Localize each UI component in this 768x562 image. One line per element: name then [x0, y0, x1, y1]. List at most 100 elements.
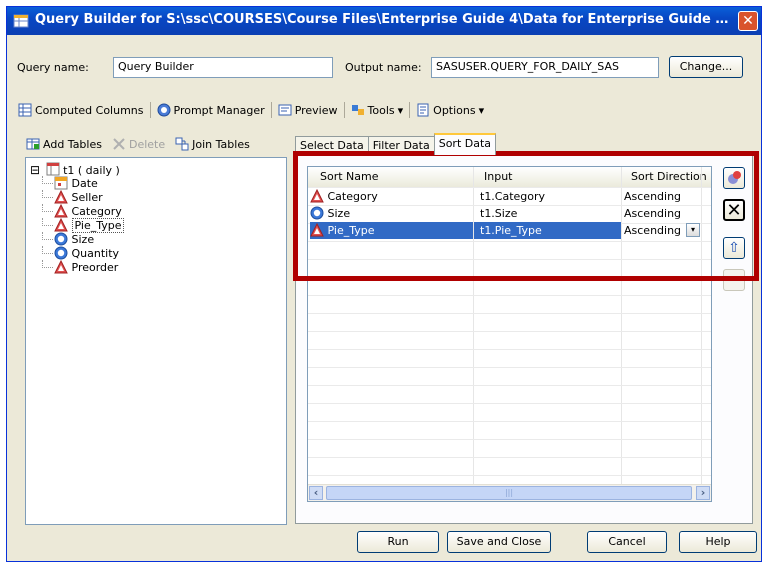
- delete-label: Delete: [128, 137, 166, 151]
- cell-sort-direction[interactable]: Ascending: [624, 205, 701, 222]
- row-divider: [308, 241, 711, 242]
- tree-connector: [42, 190, 53, 198]
- tree-column-item[interactable]: Category: [30, 204, 124, 218]
- tree-connector: [42, 176, 53, 184]
- row-divider: [308, 313, 711, 314]
- header-input[interactable]: Input: [484, 167, 624, 187]
- tab-select-data[interactable]: Select Data: [295, 136, 369, 155]
- scroll-grip-icon: |||: [504, 488, 514, 497]
- close-icon: ✕: [726, 200, 742, 221]
- left-toolbar: Add Tables Delete Join Tables: [23, 137, 253, 151]
- tab-strip: Select Data Filter Data Sort Data: [295, 133, 497, 155]
- arrow-right-icon: ›: [700, 486, 706, 499]
- add-tables-label: Add Tables: [43, 137, 102, 151]
- cell-sort-direction[interactable]: Ascending: [624, 188, 701, 205]
- options-menu-button[interactable]: Options ▾: [413, 103, 487, 117]
- table-icon: [46, 162, 60, 176]
- table-row[interactable]: Pie_Type t1.Pie_Type Ascending ▾: [308, 222, 711, 239]
- row-divider: [308, 277, 711, 278]
- row-divider: [308, 457, 711, 458]
- delete-icon: [113, 138, 125, 150]
- remove-sort-column-button[interactable]: ✕: [723, 199, 745, 221]
- tree-column-item[interactable]: Seller: [30, 190, 124, 204]
- row-divider: [308, 349, 711, 350]
- toolbar-separator: [270, 102, 272, 118]
- run-button[interactable]: Run: [357, 531, 439, 553]
- toolbar-separator: [149, 102, 151, 118]
- computed-columns-label: Computed Columns: [35, 103, 144, 117]
- cell-sort-name[interactable]: Pie_Type: [310, 222, 473, 239]
- output-name-input[interactable]: SASUSER.QUERY_FOR_DAILY_SAS: [431, 57, 659, 78]
- preview-label: Preview: [294, 103, 338, 117]
- change-button[interactable]: Change...: [669, 56, 743, 78]
- cell-input[interactable]: t1.Category: [474, 188, 621, 205]
- tree-root[interactable]: ⊟ t1 ( daily ): [30, 162, 124, 177]
- sort-name-text: Category: [327, 190, 378, 203]
- row-divider: [308, 385, 711, 386]
- join-tables-button[interactable]: Join Tables: [172, 137, 253, 151]
- window-title: Query Builder for S:\ssc\COURSES\Course …: [35, 12, 731, 27]
- sort-data-page: Sort Name Input Sort Direction Category t…: [295, 154, 753, 524]
- numeric-column-icon: [310, 206, 324, 220]
- header-sort-direction[interactable]: Sort Direction: [631, 167, 711, 187]
- row-divider: [308, 421, 711, 422]
- prompt-manager-button[interactable]: Prompt Manager: [154, 103, 268, 117]
- tree-column-label: Preorder: [71, 261, 119, 274]
- scroll-left-button[interactable]: ‹: [309, 486, 323, 500]
- delete-button[interactable]: Delete: [109, 137, 168, 151]
- cancel-button[interactable]: Cancel: [587, 531, 667, 553]
- sort-grid[interactable]: Sort Name Input Sort Direction Category t…: [307, 166, 712, 502]
- add-tables-button[interactable]: Add Tables: [23, 137, 105, 151]
- help-button[interactable]: Help: [679, 531, 757, 553]
- move-up-button[interactable]: ⇧: [723, 237, 745, 259]
- direction-dropdown-button[interactable]: ▾: [686, 223, 700, 237]
- collapse-icon[interactable]: ⊟: [30, 163, 40, 177]
- output-name-label: Output name:: [345, 61, 422, 74]
- horizontal-scrollbar[interactable]: ‹ ||| ›: [308, 484, 711, 501]
- tab-sort-data[interactable]: Sort Data: [433, 133, 497, 155]
- table-row[interactable]: Category t1.Category Ascending: [308, 188, 711, 205]
- toolbar-separator: [343, 102, 345, 118]
- computed-columns-button[interactable]: Computed Columns: [15, 103, 147, 117]
- tree-column-item[interactable]: Size: [30, 232, 124, 246]
- preview-button[interactable]: Preview: [275, 103, 341, 117]
- tree-column-item[interactable]: Pie_Type: [30, 218, 125, 233]
- options-label: Options: [433, 103, 476, 117]
- row-divider: [308, 259, 711, 260]
- row-divider: [308, 295, 711, 296]
- tree-column-item[interactable]: Date: [30, 176, 124, 190]
- tree-column-item[interactable]: Quantity: [30, 246, 124, 260]
- tree-connector: [42, 246, 53, 254]
- cell-sort-name[interactable]: Category: [310, 188, 473, 205]
- cell-sort-name[interactable]: Size: [310, 205, 473, 222]
- arrow-left-icon: ‹: [313, 486, 319, 499]
- table-row[interactable]: Size t1.Size Ascending: [308, 205, 711, 222]
- tree-column-label: Seller: [71, 191, 103, 204]
- table-tree-panel[interactable]: ⊟ t1 ( daily ) Date Seller Category Pie_…: [25, 157, 287, 525]
- tools-menu-button[interactable]: Tools ▾: [348, 103, 407, 117]
- cell-input[interactable]: t1.Size: [474, 205, 621, 222]
- character-column-icon: [310, 189, 324, 203]
- save-and-close-button[interactable]: Save and Close: [447, 531, 551, 553]
- move-down-button[interactable]: [723, 269, 745, 291]
- tree-column-item[interactable]: Preorder: [30, 260, 124, 274]
- toolbar-separator: [409, 102, 411, 118]
- tree-column-label: Size: [71, 233, 95, 246]
- numeric-column-icon: [54, 246, 68, 260]
- tree-connector: [42, 232, 53, 240]
- query-name-input[interactable]: Query Builder: [113, 57, 333, 78]
- add-sort-column-button[interactable]: [723, 167, 745, 189]
- title-bar[interactable]: Query Builder for S:\ssc\COURSES\Course …: [7, 7, 761, 35]
- prompt-manager-label: Prompt Manager: [173, 103, 265, 117]
- tab-filter-data[interactable]: Filter Data: [367, 136, 435, 155]
- add-sort-icon: [728, 171, 741, 184]
- scroll-thumb[interactable]: |||: [326, 486, 692, 500]
- close-icon: ✕: [742, 13, 754, 29]
- header-sort-name[interactable]: Sort Name: [320, 167, 470, 187]
- chevron-down-icon: ▾: [690, 225, 695, 234]
- scroll-right-button[interactable]: ›: [696, 486, 710, 500]
- cell-input[interactable]: t1.Pie_Type: [474, 222, 621, 239]
- close-button[interactable]: ✕: [738, 11, 758, 31]
- prompt-manager-icon: [157, 103, 170, 117]
- row-divider: [308, 475, 711, 476]
